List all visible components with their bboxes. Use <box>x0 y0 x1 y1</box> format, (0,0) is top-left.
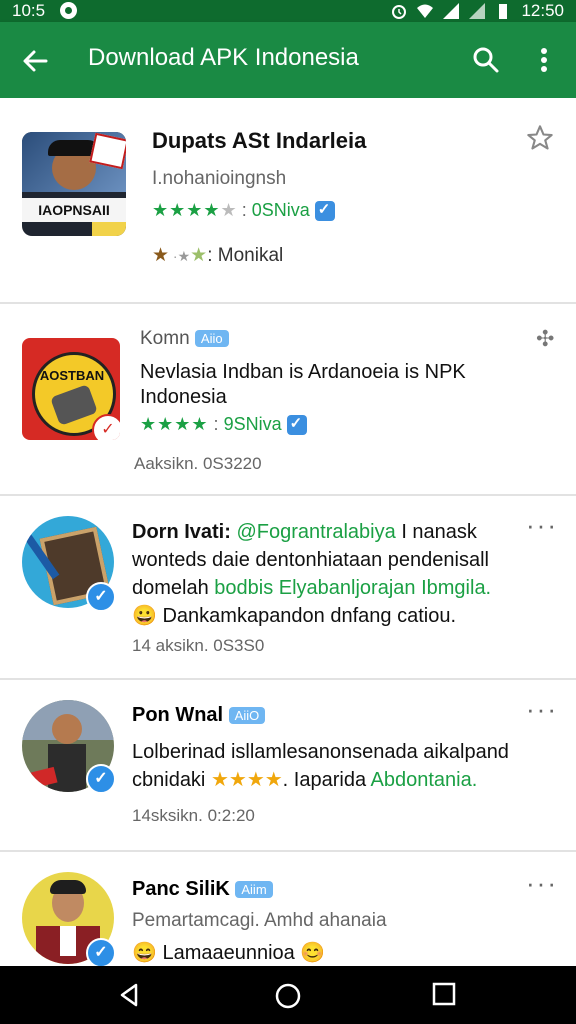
card-meta: Aaksikn. 0S3220 <box>134 454 262 473</box>
post-author[interactable]: Dorn Ivati: <box>132 521 231 543</box>
post-item[interactable]: ✓ Panc SiliK Aiim Pemartamcagi. Amhd aha… <box>0 852 576 968</box>
rating-label-2: 9SNiva <box>223 414 282 434</box>
status-bar: 10:5 12:50 <box>0 0 576 22</box>
post-line-1: Pemartamcagi. Amhd ahanaia <box>132 910 387 931</box>
nav-recents-icon[interactable] <box>432 982 456 1006</box>
rating-row-2b: ★★★★ : 9SNiva <box>140 414 307 436</box>
rating-stars: ★★★★ <box>152 200 221 220</box>
status-icons: 12:50 <box>391 1 564 21</box>
app-subtitle: I.nohanioingnsh <box>152 168 287 189</box>
post-text: Dorn Ivati: @Fograntralabiya I nanask wo… <box>132 518 552 630</box>
post-line1-tail: I nanask <box>401 521 477 543</box>
post-mention[interactable]: @Fograntralabiya <box>236 521 395 543</box>
post-line2-b: . Iaparida <box>282 769 367 791</box>
post-emoji: 😀 <box>132 605 157 627</box>
app-card[interactable]: AOSTBAN ✓ Komn Aiio Nevlasia Indban is A… <box>0 304 576 496</box>
post-line-3: domelah bodbis Elyabanljorajan Ibmgila. <box>132 574 552 602</box>
post-line2-a: cbnidaki <box>132 769 206 791</box>
post-line-2: 😄 Lamaaeunnioa 😊 <box>132 940 325 965</box>
small-star-icon: ·★ <box>169 248 191 264</box>
post-line-2: cbnidaki ★★★★. Iaparida Abdontania. <box>132 766 552 794</box>
verified-check-icon: ✓ <box>86 764 116 794</box>
author-badge: Aiio <box>194 330 229 348</box>
wifi-icon <box>417 4 434 18</box>
verified-icon <box>314 200 335 222</box>
nav-home-icon[interactable] <box>274 982 302 1010</box>
post-more-icon[interactable]: ··· <box>526 694 558 725</box>
app-thumbnail-2[interactable]: AOSTBAN ✓ <box>22 338 120 440</box>
post-item[interactable]: ✓ Dorn Ivati: @Fograntralabiya I nanask … <box>0 496 576 680</box>
page-title: Download APK Indonesia <box>88 44 359 71</box>
thumb2-badge-icon: ✓ <box>92 414 120 440</box>
app-thumbnail[interactable]: IAOPNSAII <box>22 132 126 236</box>
post-line-2: wonteds daie dentonhiataan pendenisall <box>132 549 489 571</box>
post-line-1: Dorn Ivati: @Fograntralabiya I nanask <box>132 518 552 546</box>
rating2-label: Monikal <box>217 245 284 266</box>
post-line3-link[interactable]: bodbis Elyabanljorajan Ibmgila. <box>214 577 491 599</box>
author-badge: Aiim <box>235 881 273 899</box>
post-more-icon[interactable]: ··· <box>526 868 558 899</box>
verified-check-icon: ✓ <box>86 582 116 612</box>
post-author[interactable]: Panc SiliK <box>132 878 230 900</box>
rating-stars-2: ★★★★ <box>140 414 209 434</box>
post-line-4: 😀 Dankamkapandon dnfang catiou. <box>132 602 552 630</box>
rating-label: 0SNiva <box>251 200 310 220</box>
post-emoji-2: 😊 <box>300 942 326 964</box>
post-item[interactable]: ✓ Pon Wnal AiiO Lolberinad isllamlesanon… <box>0 680 576 852</box>
post-emoji-1: 😄 <box>132 942 157 964</box>
empty-star-icon: ★ <box>220 200 237 220</box>
post-meta: 14 aksikn. 0S3S0 <box>132 636 265 655</box>
search-icon[interactable] <box>470 44 502 76</box>
post-meta: 14sksikn. 0:2:20 <box>132 806 255 825</box>
app-title-2[interactable]: Nevlasia Indban is Ardanoeia is NPK Indo… <box>140 360 520 410</box>
thumb-stripe <box>92 222 126 236</box>
post-header: Panc SiliK Aiim <box>132 878 273 901</box>
post-more-icon[interactable]: ··· <box>526 510 558 541</box>
notification-icon <box>60 2 77 19</box>
post-line3-a: domelah <box>132 577 209 599</box>
app-card-featured[interactable]: IAOPNSAII Dupats ASt Indarleia I.nohanio… <box>0 98 576 304</box>
avatar-hair <box>50 880 86 894</box>
nav-back-icon[interactable] <box>116 982 142 1008</box>
more-vert-icon[interactable] <box>530 44 558 76</box>
olive-star-icon: ★ <box>190 245 208 266</box>
author-name[interactable]: Komn <box>140 328 190 349</box>
thumb-caption: IAOPNSAII <box>22 198 126 222</box>
thumb2-caption: AOSTBAN <box>39 368 105 383</box>
battery-icon <box>499 4 508 19</box>
system-nav-bar <box>0 966 576 1024</box>
post-text: Lolberinad isllamlesanonsenada aikalpand… <box>132 738 552 794</box>
rating-sep-2: : <box>208 414 224 434</box>
verified-icon-2 <box>286 414 307 436</box>
favorite-star-icon[interactable] <box>526 124 554 152</box>
alarm-icon <box>392 5 407 19</box>
post-line-1: Lolberinad isllamlesanonsenada aikalpand <box>132 741 509 763</box>
post-header: Pon Wnal AiiO <box>132 704 266 727</box>
status-time-left: 10:5 <box>12 1 46 20</box>
post-stars: ★★★★ <box>210 769 283 791</box>
rating-row-2: ★ ·★★: Monikal <box>152 244 283 267</box>
avatar-shirt <box>60 926 76 956</box>
post-line2-text: Lamaaeunnioa <box>162 942 295 964</box>
post-line2-link[interactable]: Abdontania. <box>371 769 478 791</box>
status-time-right: 12:50 <box>521 1 564 20</box>
avatar-face <box>52 714 82 744</box>
signal2-icon <box>469 3 486 19</box>
app-bar: Download APK Indonesia <box>0 22 576 98</box>
verified-check-icon: ✓ <box>86 938 116 968</box>
app-title[interactable]: Dupats ASt Indarleia <box>152 128 366 154</box>
back-arrow-icon[interactable] <box>20 46 50 76</box>
post-line4-text: Dankamkapandon dnfang catiou. <box>162 605 457 627</box>
rating-sep: : <box>236 200 252 220</box>
pin-icon[interactable]: ✣ <box>536 326 554 352</box>
signal-icon <box>443 3 460 19</box>
rating-row: ★★★★★ : 0SNiva <box>152 200 335 222</box>
author-row: Komn Aiio <box>140 328 229 350</box>
author-badge: AiiO <box>228 707 266 725</box>
post-author[interactable]: Pon Wnal <box>132 704 223 726</box>
bronze-star-icon: ★ <box>152 245 170 266</box>
rating2-sep: : <box>207 245 218 266</box>
